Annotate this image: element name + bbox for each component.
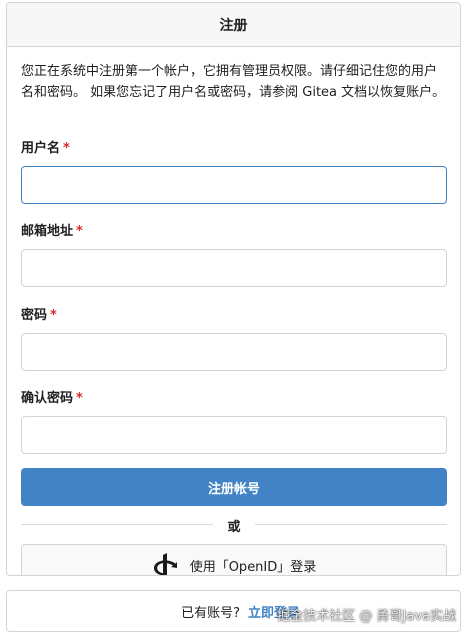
- required-mark: *: [76, 224, 83, 239]
- email-field-group: 邮箱地址 *: [21, 223, 447, 287]
- required-mark: *: [63, 141, 70, 156]
- confirm-password-label: 确认密码 *: [21, 390, 446, 408]
- username-input[interactable]: [21, 166, 447, 204]
- register-button[interactable]: 注册帐号: [21, 468, 447, 506]
- openid-icon: [153, 553, 177, 575]
- password-field-group: 密码 *: [21, 307, 447, 371]
- divider-line-left: [21, 524, 213, 525]
- password-label: 密码 *: [21, 307, 446, 325]
- username-label-text: 用户名: [21, 141, 61, 156]
- email-label: 邮箱地址 *: [21, 223, 446, 241]
- card-title: 注册: [7, 3, 460, 47]
- confirm-password-input[interactable]: [21, 416, 447, 454]
- username-field-group: 用户名 *: [21, 140, 447, 204]
- confirm-password-label-text: 确认密码: [21, 391, 74, 406]
- openid-login-button[interactable]: 使用「OpenID」登录: [21, 544, 447, 575]
- signup-card: 注册 您正在系统中注册第一个帐户，它拥有管理员权限。请仔细记住您的用户名和密码。…: [6, 2, 461, 576]
- email-label-text: 邮箱地址: [21, 224, 74, 239]
- divider-line-right: [255, 524, 447, 525]
- openid-login-label: 使用「OpenID」登录: [189, 559, 317, 575]
- first-account-notice: 您正在系统中注册第一个帐户，它拥有管理员权限。请仔细记住您的用户名和密码。 如果…: [21, 64, 446, 100]
- password-input[interactable]: [21, 333, 447, 371]
- or-divider: 或: [21, 506, 447, 544]
- watermark: 掘金技术社区 @ 勇哥Java实战: [277, 609, 456, 624]
- or-text: 或: [217, 515, 251, 535]
- username-label: 用户名 *: [21, 140, 446, 158]
- required-mark: *: [76, 391, 83, 406]
- password-label-text: 密码: [21, 308, 48, 323]
- email-input[interactable]: [21, 249, 447, 287]
- confirm-password-field-group: 确认密码 *: [21, 390, 447, 454]
- have-account-text: 已有账号?: [181, 605, 240, 621]
- required-mark: *: [50, 308, 57, 323]
- card-body: 您正在系统中注册第一个帐户，它拥有管理员权限。请仔细记住您的用户名和密码。 如果…: [7, 47, 460, 575]
